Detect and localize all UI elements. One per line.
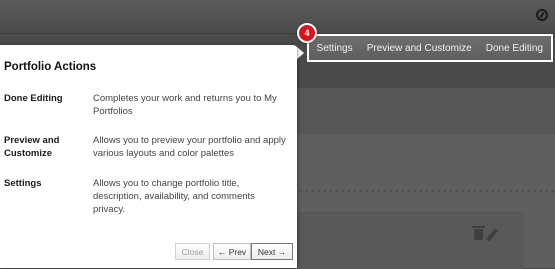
toolbar-settings-link[interactable]: Settings bbox=[317, 43, 353, 54]
next-button[interactable]: Next → bbox=[251, 243, 293, 260]
prev-button[interactable]: ← Prev bbox=[213, 243, 251, 260]
action-description: Completes your work and returns you to M… bbox=[93, 93, 277, 117]
guide-panel: Portfolio Actions Done Editing Completes… bbox=[0, 45, 297, 268]
action-description: Allows you to change portfolio title, de… bbox=[93, 178, 255, 215]
panel-title: Portfolio Actions bbox=[4, 61, 97, 73]
dimmed-header-bar bbox=[0, 0, 555, 34]
compass-icon bbox=[536, 9, 548, 21]
toolbar-preview-customize-link[interactable]: Preview and Customize bbox=[367, 43, 472, 54]
action-term: Settings bbox=[4, 178, 42, 189]
toolbar-done-editing-link[interactable]: Done Editing bbox=[486, 43, 543, 54]
close-button[interactable]: Close bbox=[175, 243, 210, 260]
trash-icon bbox=[472, 226, 485, 240]
portfolio-actions-toolbar: Settings Preview and Customize Done Edit… bbox=[307, 34, 553, 62]
dimmed-divider bbox=[296, 190, 555, 193]
panel-pointer-arrow bbox=[296, 46, 304, 60]
action-description: Allows you to preview your portfolio and… bbox=[93, 135, 286, 159]
action-term: Preview and Customize bbox=[4, 135, 60, 159]
action-term: Done Editing bbox=[4, 93, 63, 104]
step-number-badge: 4 bbox=[297, 23, 317, 43]
